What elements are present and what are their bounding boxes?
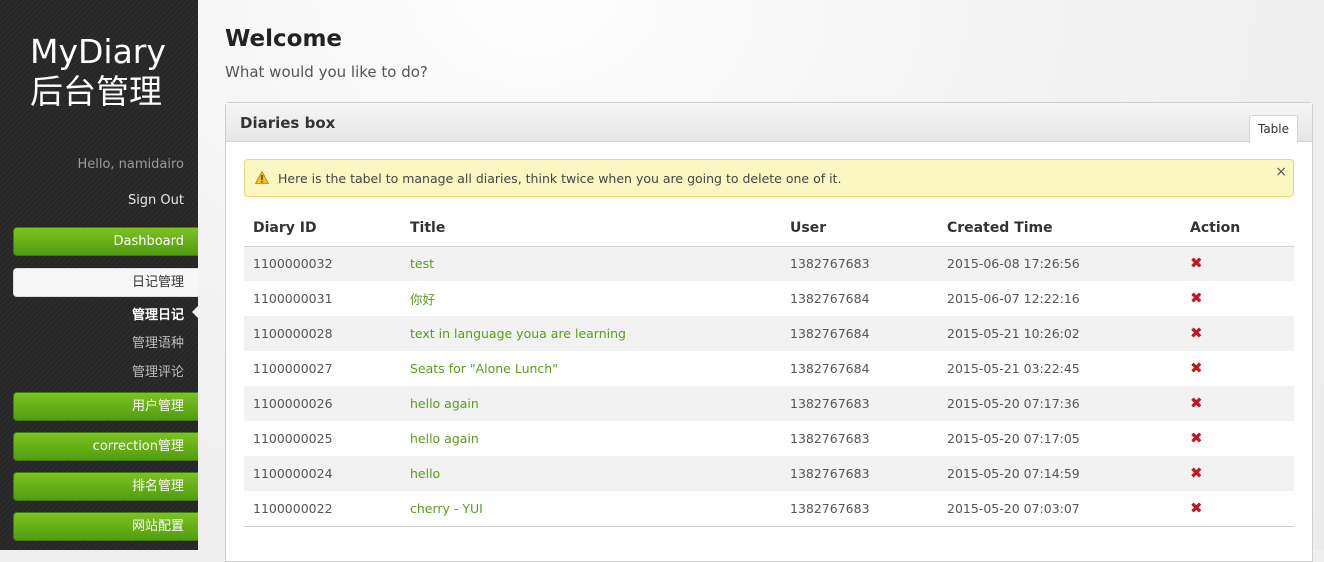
col-created-time[interactable]: Created Time — [938, 211, 1181, 246]
cell-action: ✖ — [1181, 421, 1294, 456]
cell-created-time: 2015-05-20 07:03:07 — [938, 491, 1181, 526]
cell-user: 1382767684 — [781, 316, 938, 351]
user-greeting: Hello, namidairo — [77, 157, 184, 172]
tab-table[interactable]: Table — [1249, 115, 1298, 143]
cell-diary-id: 1100000031 — [244, 281, 401, 316]
cell-action: ✖ — [1181, 281, 1294, 316]
delete-x-icon[interactable]: ✖ — [1190, 326, 1203, 341]
cell-diary-id: 1100000032 — [244, 246, 401, 281]
table-row: 1100000025 hello again 13827676832015-05-2… — [244, 421, 1294, 456]
delete-x-icon[interactable]: ✖ — [1190, 361, 1203, 376]
cell-created-time: 2015-06-08 17:26:56 — [938, 246, 1181, 281]
table-row: 1100000026 hello again 13827676832015-05-2… — [244, 386, 1294, 421]
cell-title: hello again — [401, 386, 781, 421]
box-header: Diaries box Table — [226, 103, 1312, 142]
delete-x-icon[interactable]: ✖ — [1190, 396, 1203, 411]
cell-action: ✖ — [1181, 491, 1294, 526]
cell-created-time: 2015-05-20 07:17:05 — [938, 421, 1181, 456]
cell-diary-id: 1100000022 — [244, 491, 401, 526]
subnav-manage-languages[interactable]: 管理语种 — [132, 332, 184, 351]
diary-title-link[interactable]: Seats for "Alone Lunch" — [410, 361, 558, 376]
close-icon[interactable]: × — [1275, 165, 1287, 179]
cell-action: ✖ — [1181, 246, 1294, 281]
diary-title-link[interactable]: cherry - YUI — [410, 501, 483, 516]
cell-user: 1382767684 — [781, 281, 938, 316]
cell-title: test — [401, 246, 781, 281]
cell-title: hello again — [401, 421, 781, 456]
logo-subtitle: 后台管理 — [30, 72, 166, 112]
cell-diary-id: 1100000028 — [244, 316, 401, 351]
delete-x-icon[interactable]: ✖ — [1190, 501, 1203, 516]
cell-diary-id: 1100000025 — [244, 421, 401, 456]
sign-out-link[interactable]: Sign Out — [128, 193, 184, 208]
nav-site-config[interactable]: 网站配置 — [13, 512, 198, 541]
diary-title-link[interactable]: 你好 — [410, 292, 435, 307]
cell-action: ✖ — [1181, 316, 1294, 351]
cell-user: 1382767683 — [781, 246, 938, 281]
cell-title: hello — [401, 456, 781, 491]
cell-created-time: 2015-05-20 07:14:59 — [938, 456, 1181, 491]
box-title: Diaries box — [240, 114, 335, 132]
cell-action: ✖ — [1181, 386, 1294, 421]
cell-action: ✖ — [1181, 456, 1294, 491]
table-body: 1100000032test13827676832015-06-08 17:26… — [244, 246, 1294, 526]
cell-title: Seats for "Alone Lunch" — [401, 351, 781, 386]
cell-title: text in language youa are learning — [401, 316, 781, 351]
subnav-manage-comments[interactable]: 管理评论 — [132, 361, 184, 380]
col-user[interactable]: User — [781, 211, 938, 246]
cell-created-time: 2015-05-21 03:22:45 — [938, 351, 1181, 386]
page-subtitle: What would you like to do? — [225, 63, 428, 81]
page-title: Welcome — [225, 26, 342, 52]
warning-triangle-icon — [255, 171, 269, 184]
table-row: 1100000031 你好 13827676842015-06-07 12:22:1… — [244, 281, 1294, 316]
diaries-box: Diaries box Table Here is the tabel to m… — [225, 102, 1313, 562]
diary-title-link[interactable]: hello again — [410, 396, 479, 411]
cell-diary-id: 1100000024 — [244, 456, 401, 491]
diary-title-link[interactable]: text in language youa are learning — [410, 326, 626, 341]
logo-title: MyDiary — [30, 32, 166, 72]
table-row: 1100000028 text in language youa are lear… — [244, 316, 1294, 351]
cell-user: 1382767683 — [781, 386, 938, 421]
nav-user-management[interactable]: 用户管理 — [13, 392, 198, 421]
nav-ranking-management[interactable]: 排名管理 — [13, 472, 198, 501]
cell-user: 1382767683 — [781, 456, 938, 491]
cell-created-time: 2015-05-20 07:17:36 — [938, 386, 1181, 421]
table-header-row: Diary ID Title User Created Time Action — [244, 211, 1294, 246]
diary-title-link[interactable]: hello — [410, 466, 440, 481]
col-action: Action — [1181, 211, 1294, 246]
cell-diary-id: 1100000026 — [244, 386, 401, 421]
diary-title-link[interactable]: test — [410, 256, 434, 271]
cell-user: 1382767683 — [781, 491, 938, 526]
delete-x-icon[interactable]: ✖ — [1190, 291, 1203, 306]
delete-x-icon[interactable]: ✖ — [1190, 431, 1203, 446]
diary-title-link[interactable]: hello again — [410, 431, 479, 446]
nav-diary-management[interactable]: 日记管理 — [13, 268, 198, 297]
nav-dashboard[interactable]: Dashboard — [13, 227, 198, 256]
delete-x-icon[interactable]: ✖ — [1190, 466, 1203, 481]
col-title[interactable]: Title — [401, 211, 781, 246]
cell-action: ✖ — [1181, 351, 1294, 386]
cell-created-time: 2015-05-21 10:26:02 — [938, 316, 1181, 351]
logo: MyDiary 后台管理 — [30, 32, 166, 112]
cell-user: 1382767683 — [781, 421, 938, 456]
table-row: 1100000022 cherry - YUI 13827676832015-05-… — [244, 491, 1294, 526]
cell-diary-id: 1100000027 — [244, 351, 401, 386]
main-content: Welcome What would you like to do? Diari… — [198, 0, 1324, 550]
nav-correction-management[interactable]: correction管理 — [13, 432, 198, 461]
cell-title: 你好 — [401, 281, 781, 316]
table-row: 1100000027 Seats for "Alone Lunch" 1382767… — [244, 351, 1294, 386]
col-diary-id[interactable]: Diary ID — [244, 211, 401, 246]
diaries-table: Diary ID Title User Created Time Action … — [244, 211, 1294, 527]
table-row: 1100000024 hello 13827676832015-05-20 07:1… — [244, 456, 1294, 491]
cell-title: cherry - YUI — [401, 491, 781, 526]
cell-created-time: 2015-06-07 12:22:16 — [938, 281, 1181, 316]
delete-x-icon[interactable]: ✖ — [1190, 256, 1203, 271]
alert-message: Here is the tabel to manage all diaries,… — [278, 171, 841, 186]
info-alert: Here is the tabel to manage all diaries,… — [244, 159, 1294, 197]
cell-user: 1382767684 — [781, 351, 938, 386]
subnav-manage-diaries[interactable]: 管理日记 — [132, 304, 184, 323]
table-row: 1100000032 test 13827676832015-06-08 17:26… — [244, 246, 1294, 281]
sidebar: MyDiary 后台管理 Hello, namidairo Sign Out D… — [0, 0, 198, 550]
